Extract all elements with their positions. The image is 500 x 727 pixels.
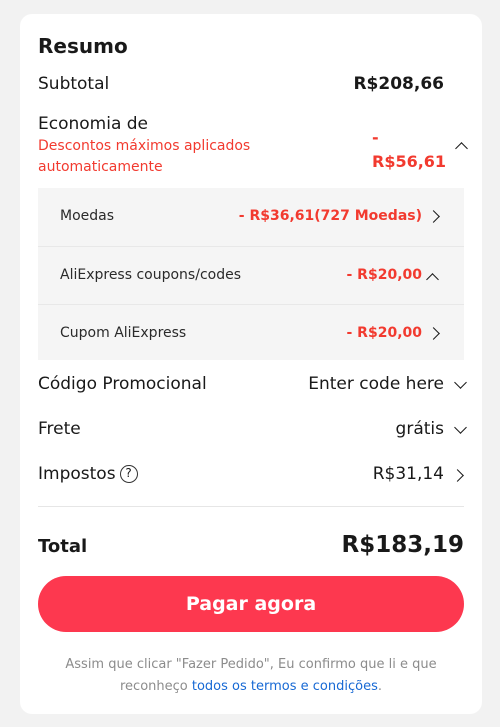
breakdown-row-coupons-codes[interactable]: AliExpress coupons/codes - R$20,00: [38, 246, 464, 304]
summary-title: Resumo: [38, 34, 128, 58]
promo-code-input[interactable]: Enter code here: [308, 374, 444, 394]
shipping-value[interactable]: grátis: [396, 419, 444, 439]
promo-code-label: Código Promocional: [38, 374, 207, 394]
chevron-right-icon: [427, 210, 440, 223]
taxes-row: Impostos?: [38, 464, 138, 484]
discount-breakdown: Moedas - R$36,61(727 Moedas) AliExpress …: [38, 188, 464, 360]
breakdown-row-coins[interactable]: Moedas - R$36,61(727 Moedas): [38, 188, 464, 246]
taxes-value[interactable]: R$31,14: [373, 464, 444, 484]
taxes-label: Impostos: [38, 464, 116, 484]
chevron-down-icon[interactable]: [454, 421, 467, 434]
chevron-right-icon: [427, 327, 440, 340]
help-icon[interactable]: ?: [119, 465, 138, 483]
collapse-savings-icon[interactable]: [455, 142, 468, 155]
subtotal-value: R$208,66: [353, 74, 444, 94]
savings-value: - R$56,61: [372, 128, 447, 171]
breakdown-row-aliexpress-coupon[interactable]: Cupom AliExpress - R$20,00: [38, 304, 464, 362]
shipping-label: Frete: [38, 419, 81, 439]
pay-now-button[interactable]: Pagar agora: [38, 576, 464, 632]
chevron-up-icon: [426, 273, 439, 286]
savings-note: Descontos máximos aplicados automaticame…: [38, 138, 251, 175]
total-label: Total: [38, 536, 88, 557]
chevron-right-icon[interactable]: [451, 469, 464, 482]
chevron-down-icon[interactable]: [454, 376, 467, 389]
subtotal-label: Subtotal: [38, 74, 110, 94]
terms-link[interactable]: todos os termos e condições: [192, 679, 378, 694]
terms-text: Assim que clicar "Fazer Pedido", Eu conf…: [65, 657, 437, 694]
order-summary-card: Resumo Subtotal R$208,66 Economia de Des…: [20, 14, 482, 714]
divider: [38, 506, 464, 507]
savings-label: Economia de: [38, 114, 149, 134]
total-value: R$183,19: [341, 532, 464, 558]
